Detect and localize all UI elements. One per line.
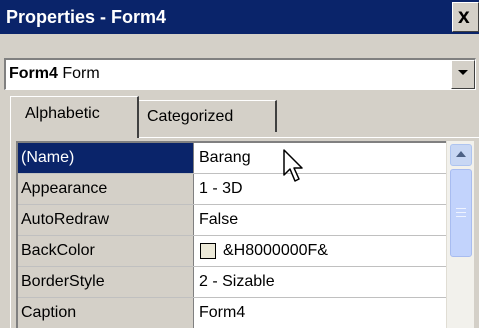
property-row-autoredraw[interactable]: AutoRedraw False <box>18 205 446 236</box>
object-selector-value: Form4 Form <box>9 63 100 85</box>
title-bar: Properties - Form4 x <box>0 0 479 34</box>
vertical-scrollbar[interactable] <box>446 141 474 328</box>
property-value: 1 - 3D <box>199 180 243 197</box>
chevron-up-icon <box>456 151 466 157</box>
object-type: Form <box>62 65 100 82</box>
grip-line <box>456 208 466 209</box>
property-name: BorderStyle <box>21 273 105 290</box>
object-name: Form4 <box>9 65 58 82</box>
property-grid: (Name) Barang Appearance 1 - 3D AutoRedr… <box>16 141 446 328</box>
property-value-cell[interactable]: Form4 <box>195 298 446 328</box>
property-value-cell[interactable]: 2 - Sizable <box>195 267 446 297</box>
property-name-cell[interactable]: BackColor <box>18 236 194 266</box>
grip-line <box>456 216 466 217</box>
chevron-down-icon <box>458 70 468 75</box>
property-value: &H8000000F& <box>223 242 328 259</box>
property-name: (Name) <box>21 149 75 166</box>
close-button[interactable]: x <box>452 2 479 32</box>
arrow-cursor-icon <box>283 149 303 182</box>
property-row-caption[interactable]: Caption Form4 <box>18 298 446 328</box>
property-name: BackColor <box>21 242 95 259</box>
property-name-cell[interactable]: Appearance <box>18 174 194 204</box>
close-icon: x <box>458 5 470 28</box>
tab-alphabetic[interactable]: Alphabetic <box>10 96 139 138</box>
property-name-cell[interactable]: BorderStyle <box>18 267 194 297</box>
property-value: False <box>199 211 239 228</box>
property-name: Caption <box>21 304 77 321</box>
property-name-cell[interactable]: (Name) <box>18 143 194 173</box>
property-value-cell[interactable]: False <box>195 205 446 235</box>
property-row-borderstyle[interactable]: BorderStyle 2 - Sizable <box>18 267 446 298</box>
property-value-cell[interactable]: &H8000000F& <box>195 236 446 266</box>
property-name: AutoRedraw <box>21 211 110 228</box>
color-swatch <box>200 243 216 259</box>
object-selector-dropdown-button[interactable] <box>451 60 475 89</box>
property-name-cell[interactable]: AutoRedraw <box>18 205 194 235</box>
property-value: Barang <box>199 149 251 166</box>
property-value: 2 - Sizable <box>199 273 275 290</box>
property-value-cell[interactable]: 1 - 3D <box>195 174 446 204</box>
object-selector[interactable]: Form4 Form <box>4 58 476 90</box>
tab-categorized[interactable]: Categorized <box>139 100 277 132</box>
property-row-name[interactable]: (Name) Barang <box>18 143 446 174</box>
tab-categorized-label: Categorized <box>147 108 234 125</box>
scroll-up-button[interactable] <box>450 144 472 166</box>
property-value: Form4 <box>199 304 246 321</box>
scrollbar-thumb[interactable] <box>450 169 472 257</box>
property-value-cell[interactable]: Barang <box>195 143 446 173</box>
grip-line <box>456 212 466 213</box>
window-title: Properties - Form4 <box>6 7 167 27</box>
property-name-cell[interactable]: Caption <box>18 298 194 328</box>
tab-alphabetic-label: Alphabetic <box>25 105 100 122</box>
property-row-backcolor[interactable]: BackColor &H8000000F& <box>18 236 446 267</box>
property-name: Appearance <box>21 180 108 197</box>
property-row-appearance[interactable]: Appearance 1 - 3D <box>18 174 446 205</box>
